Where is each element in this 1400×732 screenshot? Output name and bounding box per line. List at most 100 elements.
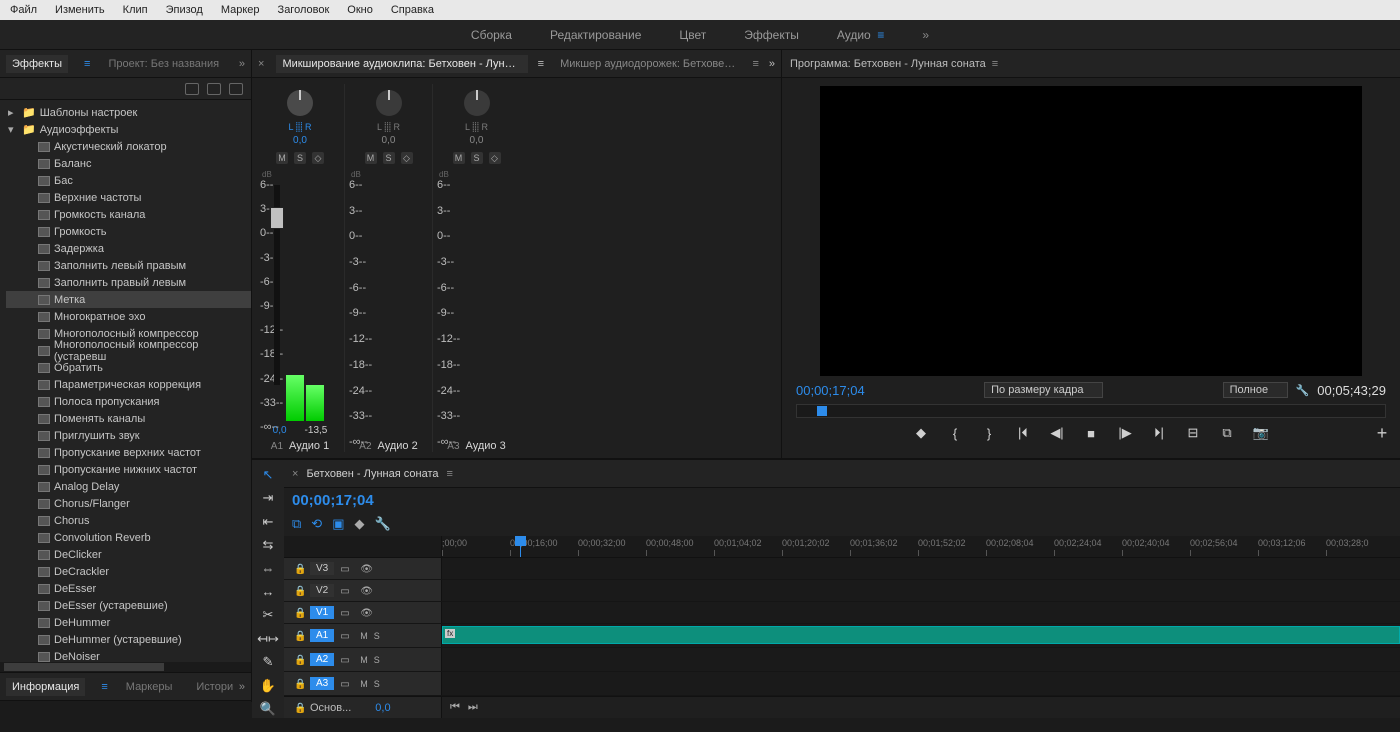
close-icon[interactable]: × bbox=[292, 468, 298, 480]
settings-wrench-icon[interactable]: 🔧 bbox=[375, 516, 391, 532]
tree-folder[interactable]: ▾📁Аудиоэффекты bbox=[6, 121, 251, 138]
effects-item[interactable]: DeHummer bbox=[6, 614, 251, 631]
fx-accel-icon[interactable] bbox=[185, 83, 199, 95]
track-header[interactable]: 🔒 A3 ▭ M S bbox=[284, 672, 442, 695]
export-frame-icon[interactable]: 📷 bbox=[1253, 426, 1269, 440]
eye-icon[interactable]: 👁 bbox=[360, 586, 374, 596]
lift-icon[interactable]: ⊟ bbox=[1185, 426, 1201, 440]
tab-overflow-icon[interactable]: » bbox=[239, 681, 245, 693]
track-lane[interactable] bbox=[442, 672, 1400, 695]
effects-item[interactable]: Акустический локатор bbox=[6, 138, 251, 155]
track-name[interactable]: V1 bbox=[310, 606, 334, 619]
track-header[interactable]: 🔒 V3 ▭ 👁 bbox=[284, 558, 442, 579]
effects-item[interactable]: Громкость bbox=[6, 223, 251, 240]
track-lane[interactable] bbox=[442, 580, 1400, 601]
effects-item[interactable]: Полоса пропускания bbox=[6, 393, 251, 410]
mute-button[interactable]: M bbox=[276, 152, 288, 164]
workspace-effects[interactable]: Эффекты bbox=[744, 28, 799, 42]
effects-item[interactable]: Многополосный компрессор (устаревш bbox=[6, 342, 251, 359]
mute-button[interactable]: M bbox=[360, 631, 368, 641]
effects-hscroll[interactable] bbox=[0, 662, 251, 672]
tab-project[interactable]: Проект: Без названия bbox=[102, 55, 225, 73]
prev-edit-icon[interactable]: ⏮ bbox=[450, 701, 460, 714]
keyframe-button[interactable]: ◇ bbox=[312, 152, 324, 164]
mute-button[interactable]: M bbox=[365, 152, 377, 164]
pan-value[interactable]: 0,0 bbox=[382, 135, 396, 146]
panel-menu-icon[interactable]: ≡ bbox=[752, 58, 758, 70]
go-to-in-icon[interactable]: |⏴ bbox=[1015, 426, 1031, 440]
hand-tool-icon[interactable]: ✋ bbox=[259, 677, 277, 694]
solo-button[interactable]: S bbox=[471, 152, 483, 164]
marker-icon[interactable]: ◆ bbox=[355, 516, 365, 532]
lock-icon[interactable]: 🔒 bbox=[294, 586, 304, 596]
effects-item[interactable]: Метка bbox=[6, 291, 251, 308]
keyframe-button[interactable]: ◇ bbox=[401, 152, 413, 164]
track-name[interactable]: A3 bbox=[310, 677, 334, 690]
mute-button[interactable]: M bbox=[360, 679, 368, 689]
selection-tool-icon[interactable]: ↖ bbox=[259, 466, 277, 483]
track-lane[interactable] bbox=[442, 648, 1400, 671]
playhead-timecode[interactable]: 00;00;17;04 bbox=[292, 492, 374, 509]
menu-sequence[interactable]: Эпизод bbox=[160, 2, 209, 18]
effects-item[interactable]: Заполнить правый левым bbox=[6, 274, 251, 291]
menu-file[interactable]: Файл bbox=[4, 2, 43, 18]
panel-menu-icon[interactable]: ≡ bbox=[84, 58, 90, 70]
effects-item[interactable]: Chorus/Flanger bbox=[6, 495, 251, 512]
tab-overflow-icon[interactable]: » bbox=[769, 58, 775, 70]
lock-icon[interactable]: 🔒 bbox=[294, 631, 304, 641]
effects-item[interactable]: DeNoiser bbox=[6, 648, 251, 662]
effects-item[interactable]: Chorus bbox=[6, 512, 251, 529]
add-marker-icon[interactable]: ◆ bbox=[913, 426, 929, 440]
linked-selection-icon[interactable]: ⟲ bbox=[311, 516, 322, 532]
track-name[interactable]: V3 bbox=[310, 562, 334, 575]
toggle-output-icon[interactable]: ▭ bbox=[340, 586, 354, 596]
toggle-output-icon[interactable]: ▭ bbox=[340, 679, 354, 689]
program-ruler[interactable] bbox=[796, 404, 1386, 418]
razor-tool-icon[interactable]: ✂ bbox=[259, 607, 277, 624]
snap-icon[interactable]: ⧉ bbox=[292, 516, 301, 532]
effects-item[interactable]: Верхние частоты bbox=[6, 189, 251, 206]
tab-clip-mixer[interactable]: Микширование аудиоклипа: Бетховен - Лунн… bbox=[276, 55, 527, 73]
track-header[interactable]: 🔒 A2 ▭ M S bbox=[284, 648, 442, 671]
workspace-audio[interactable]: Аудио ≡ bbox=[837, 28, 885, 42]
track-header[interactable]: 🔒 V1 ▭ 👁 bbox=[284, 602, 442, 623]
mute-button[interactable]: M bbox=[453, 152, 465, 164]
extract-icon[interactable]: ⧉ bbox=[1219, 426, 1235, 440]
workspace-color[interactable]: Цвет bbox=[679, 28, 706, 42]
track-lane[interactable] bbox=[442, 558, 1400, 579]
toggle-output-icon[interactable]: ▭ bbox=[340, 631, 354, 641]
toggle-output-icon[interactable]: ▭ bbox=[340, 564, 354, 574]
eye-icon[interactable]: 👁 bbox=[360, 564, 374, 574]
solo-button[interactable]: S bbox=[294, 152, 306, 164]
effects-item[interactable]: DeEsser (устаревшие) bbox=[6, 597, 251, 614]
fx-32bit-icon[interactable] bbox=[207, 83, 221, 95]
solo-button[interactable]: S bbox=[374, 631, 380, 641]
pan-knob[interactable] bbox=[287, 90, 313, 116]
program-tc-in[interactable]: 00;00;17;04 bbox=[796, 383, 865, 398]
add-marker-icon[interactable]: ▣ bbox=[332, 516, 344, 532]
track-name[interactable]: A2 bbox=[310, 653, 334, 666]
step-fwd-icon[interactable]: |▶ bbox=[1117, 426, 1133, 440]
menu-help[interactable]: Справка bbox=[385, 2, 440, 18]
effects-item[interactable]: DeCrackler bbox=[6, 563, 251, 580]
rolling-edit-icon[interactable]: ⇔ bbox=[259, 560, 277, 577]
effects-item[interactable]: Задержка bbox=[6, 240, 251, 257]
timeline-ruler[interactable]: ;00;0000;00;16;0000;00;32;0000;00;48;000… bbox=[284, 536, 1400, 558]
effects-item[interactable]: Convolution Reverb bbox=[6, 529, 251, 546]
fx-yuv-icon[interactable] bbox=[229, 83, 243, 95]
menu-clip[interactable]: Клип bbox=[117, 2, 154, 18]
effects-item[interactable]: Пропускание верхних частот bbox=[6, 444, 251, 461]
lock-icon[interactable]: 🔒 bbox=[294, 608, 304, 618]
menu-edit[interactable]: Изменить bbox=[49, 2, 111, 18]
sequence-name[interactable]: Бетховен - Лунная соната bbox=[306, 468, 438, 480]
tab-overflow-icon[interactable]: » bbox=[239, 58, 245, 70]
tab-info[interactable]: Информация bbox=[6, 678, 85, 696]
menu-window[interactable]: Окно bbox=[341, 2, 379, 18]
track-name[interactable]: V2 bbox=[310, 584, 334, 597]
close-icon[interactable]: × bbox=[258, 58, 264, 70]
audio-clip[interactable]: fx bbox=[442, 626, 1400, 644]
menu-title[interactable]: Заголовок bbox=[272, 2, 336, 18]
program-tc-duration[interactable]: 00;05;43;29 bbox=[1317, 383, 1386, 398]
zoom-tool-icon[interactable]: 🔍 bbox=[259, 701, 277, 718]
tab-history[interactable]: Истори bbox=[190, 678, 239, 696]
